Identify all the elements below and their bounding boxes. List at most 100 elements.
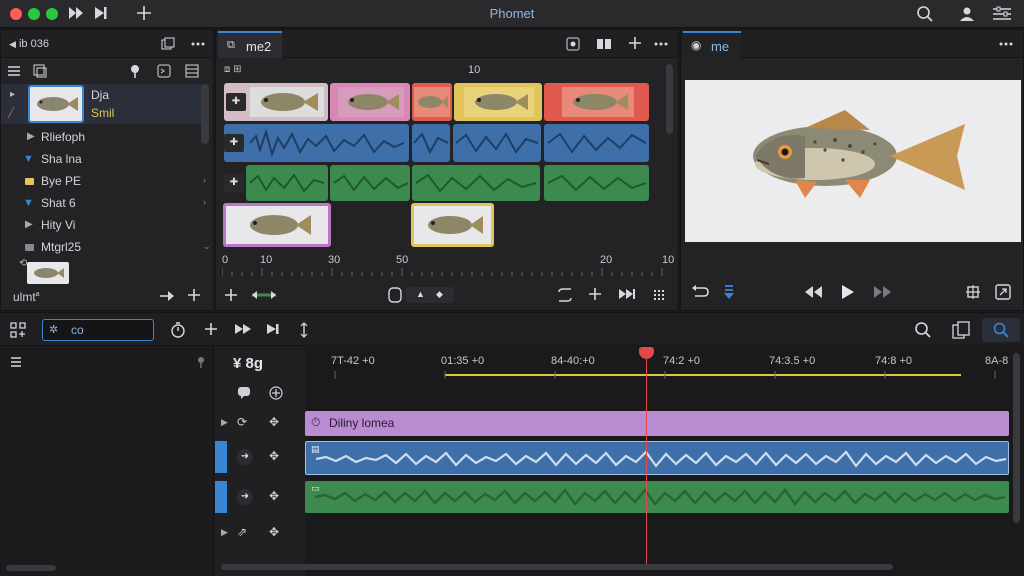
video-clip[interactable] (454, 83, 542, 121)
track-header-title[interactable]: ▶ ⟳ ✥ (215, 409, 305, 437)
tab-source[interactable]: ⧉ me2 (218, 31, 282, 58)
crop-icon[interactable] (965, 284, 981, 300)
playhead-handle[interactable] (639, 347, 654, 359)
add-icon[interactable] (224, 288, 238, 302)
video-clip[interactable] (411, 203, 494, 247)
track-header-audio-green[interactable]: ➜ ✥ (215, 479, 305, 515)
caption-icon[interactable] (157, 64, 171, 78)
video-clip[interactable] (223, 203, 331, 247)
fast-forward-icon[interactable] (873, 285, 893, 299)
book-icon[interactable] (596, 37, 612, 51)
grid-icon[interactable] (652, 288, 666, 302)
expanded-icon[interactable]: ▼ (23, 153, 34, 165)
chevron-icon[interactable]: ⌄ (203, 241, 211, 252)
zoom-in-icon[interactable]: ▲ (416, 289, 425, 299)
move-icon[interactable]: ✥ (269, 449, 279, 463)
disclosure-icon[interactable]: ▶ (221, 527, 228, 538)
pin-icon[interactable] (129, 64, 141, 78)
add-icon[interactable] (628, 36, 642, 50)
trim-icon[interactable] (250, 289, 278, 301)
pin-icon[interactable] (196, 356, 206, 368)
track-header-audio-blue[interactable]: ➜ ✥ (215, 439, 305, 475)
settings-sliders-icon[interactable] (992, 5, 1012, 23)
audio-waveform-blue[interactable] (222, 124, 649, 162)
list-item-selected[interactable]: ▸ ╱ Dja Smil (1, 84, 201, 124)
viewer-canvas[interactable] (685, 80, 1021, 242)
disclosure-icon[interactable]: ▶ (221, 417, 228, 428)
tab-viewer[interactable]: ◉ me (683, 31, 741, 58)
arrow-right-icon[interactable] (159, 290, 175, 302)
add-icon[interactable] (269, 386, 283, 400)
list-item[interactable]: Bye PE › (1, 172, 211, 192)
timeline-hscrollbar[interactable] (221, 564, 893, 570)
clip-thumbnail[interactable] (28, 85, 84, 123)
video-clip[interactable]: ✚ (224, 83, 328, 121)
move-icon[interactable]: ✥ (269, 525, 279, 539)
layout-icon[interactable] (10, 322, 26, 338)
audio-waveform-green[interactable] (222, 165, 649, 201)
search-toggle-button[interactable] (982, 318, 1020, 342)
video-clip[interactable] (544, 83, 649, 121)
chevron-icon[interactable]: › (203, 197, 206, 207)
grid-view-icon[interactable] (185, 64, 199, 78)
move-icon[interactable]: ✥ (269, 415, 279, 429)
inspector-icon[interactable] (952, 321, 970, 339)
library-icon[interactable] (161, 37, 175, 51)
list-view-icon[interactable] (7, 65, 21, 77)
audio-clip-green[interactable]: ▭ (305, 481, 1009, 513)
clip-mode-icon[interactable] (388, 287, 402, 303)
track-header-empty[interactable]: ▶ ⇗ ✥ (215, 519, 305, 547)
audio-clip-blue[interactable]: ▤ (305, 441, 1009, 475)
split-icon[interactable] (300, 322, 308, 338)
video-clip[interactable] (412, 83, 452, 121)
play-icon[interactable] (841, 284, 855, 300)
disclosure-icon[interactable]: ▶ (25, 219, 33, 230)
play-to-end-icon[interactable] (618, 288, 636, 300)
list-item[interactable]: ▼ Shat 6 › (1, 194, 211, 214)
timer-icon[interactable] (170, 322, 186, 338)
snap-icon[interactable]: ⧈ ⊞ (224, 64, 242, 75)
title-clip[interactable]: ⏱ Diliny lomea (305, 411, 1009, 436)
fast-forward-icon[interactable] (234, 323, 252, 335)
skip-forward-icon[interactable] (266, 323, 280, 335)
list-item[interactable]: Mtgrl25 ⌄ (1, 238, 211, 258)
sidebar-scrollbar[interactable] (6, 565, 56, 571)
source-scrollbar[interactable] (666, 64, 673, 134)
clip-thumbnail[interactable] (27, 262, 69, 284)
search-input[interactable]: ✲ co (42, 319, 154, 341)
video-clip[interactable] (330, 83, 410, 121)
expanded-icon[interactable]: ▼ (23, 197, 34, 209)
add-icon[interactable] (187, 288, 201, 302)
export-icon[interactable]: ⇗ (237, 525, 247, 539)
undo-icon[interactable] (691, 284, 709, 300)
disclosure-icon[interactable]: ▸ (10, 89, 15, 100)
loop-icon[interactable] (556, 287, 574, 303)
timeline-vscrollbar[interactable] (1013, 353, 1020, 523)
search-icon[interactable] (914, 321, 932, 339)
more-icon[interactable] (191, 37, 205, 51)
more-icon[interactable] (654, 37, 668, 51)
menu-icon[interactable] (10, 356, 22, 368)
move-icon[interactable]: ✥ (269, 489, 279, 503)
list-item[interactable]: ▶ Rliefoph (1, 128, 211, 148)
disclosure-icon[interactable]: ▶ (27, 131, 35, 142)
zoom-control[interactable]: ▲ ◆ (406, 287, 454, 303)
list-item[interactable]: ▶ Hity Vi (1, 216, 211, 236)
camera-icon[interactable] (566, 37, 580, 51)
search-icon[interactable] (916, 5, 934, 23)
chevron-icon[interactable]: › (203, 175, 206, 185)
clip-icon[interactable] (33, 64, 47, 78)
sync-icon[interactable]: ⟳ (237, 415, 247, 429)
comment-icon[interactable] (237, 386, 251, 400)
add-icon[interactable] (588, 287, 602, 301)
download-icon[interactable] (723, 284, 735, 300)
fullscreen-icon[interactable] (995, 284, 1011, 300)
arrow-icon[interactable]: ➜ (237, 489, 253, 505)
zoom-out-icon[interactable]: ◆ (436, 289, 443, 300)
rewind-icon[interactable] (803, 285, 823, 299)
add-icon[interactable] (204, 322, 218, 336)
arrow-icon[interactable]: ➜ (237, 449, 253, 465)
more-icon[interactable] (999, 37, 1013, 51)
list-item[interactable]: ▼ Sha lna (1, 150, 211, 170)
user-icon[interactable] (958, 5, 976, 23)
